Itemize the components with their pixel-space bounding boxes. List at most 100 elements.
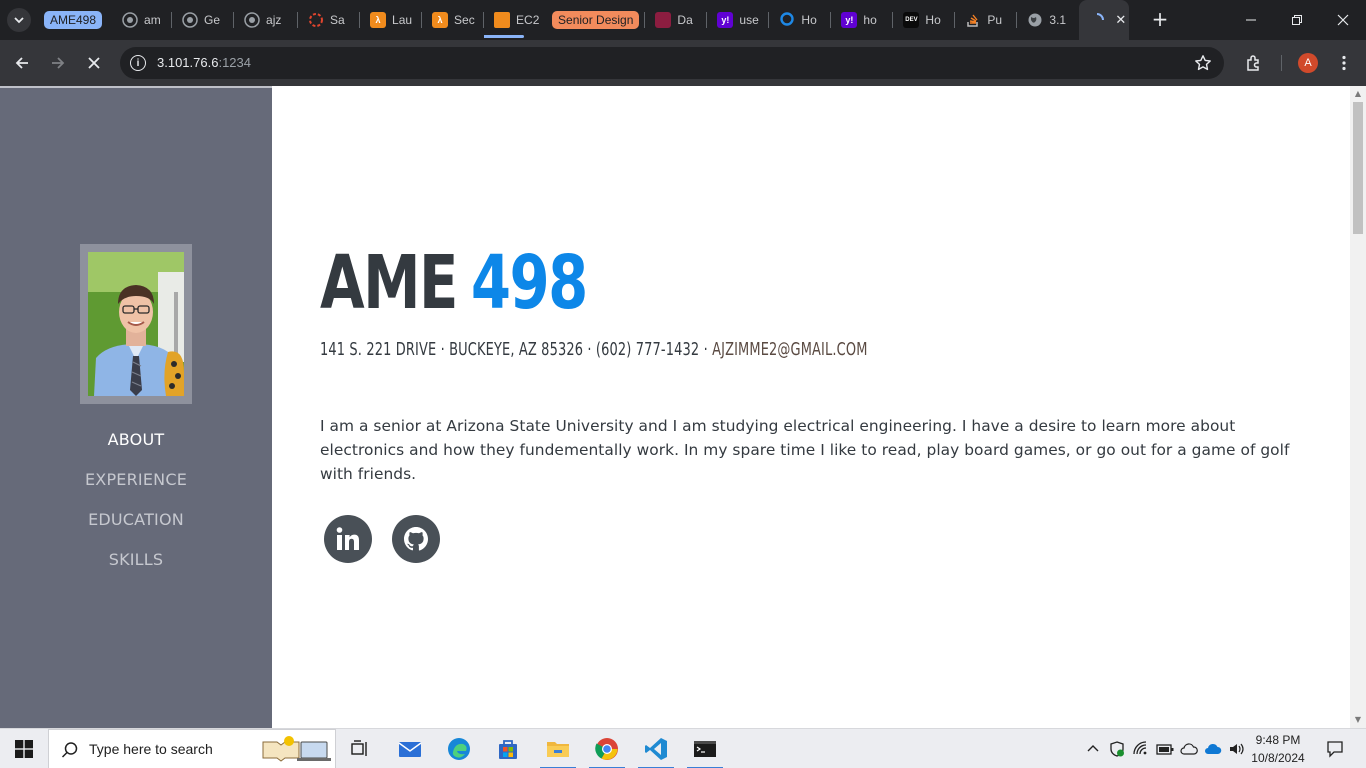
tab-group-ame498[interactable]: AME498 [40,0,112,40]
tray-network[interactable] [1130,729,1152,768]
taskbar-clock[interactable]: 9:48 PM 10/8/2024 [1248,731,1308,767]
nav-about[interactable]: ABOUT [0,420,272,460]
scroll-thumb[interactable] [1353,102,1363,234]
onedrive-icon [1205,743,1222,754]
tab-group-label[interactable]: AME498 [44,11,103,29]
tray-defender[interactable] [1106,729,1128,768]
new-tab-button[interactable]: + [1150,9,1170,30]
windows-logo-icon [15,740,33,758]
show-hidden-icons-button[interactable] [1084,729,1102,768]
search-highlight-icon [262,736,331,762]
tab-pu[interactable]: Pu [955,0,1018,40]
chevron-down-icon [14,17,24,24]
search-placeholder: Type here to search [89,741,213,757]
stop-loading-button[interactable] [80,49,108,77]
terminal-icon [694,741,716,757]
tab-ho-2[interactable]: y! ho [831,0,894,40]
taskbar-store[interactable] [484,729,532,768]
taskbar-file-explorer[interactable] [534,729,582,768]
tab-lau[interactable]: λ Lau [360,0,423,40]
tab-ec2[interactable]: EC2 [484,0,546,40]
tab-ho-1[interactable]: Ho [769,0,832,40]
more-vertical-icon [1342,55,1346,71]
back-button[interactable] [8,49,36,77]
tab-github-3[interactable]: ajz [234,0,299,40]
clock-time: 9:48 PM [1255,733,1301,747]
tab-github-2[interactable]: Ge [172,0,235,40]
asu-icon [655,12,672,28]
tab-da[interactable]: Da [645,0,708,40]
tab-active[interactable]: ✕ [1079,0,1130,40]
scroll-down-icon[interactable]: ▼ [1354,716,1362,724]
linkedin-icon [336,527,359,550]
page-scrollbar[interactable]: ▲ ▼ [1350,86,1366,728]
tray-onedrive[interactable] [1202,729,1224,768]
nav-experience[interactable]: EXPERIENCE [0,460,272,500]
taskbar-edge[interactable] [435,729,483,768]
tray-onedrive-personal[interactable] [1178,729,1200,768]
extensions-button[interactable] [1240,49,1268,77]
address-bar[interactable]: i 3.101.76.6:1234 [120,47,1224,79]
linkedin-link[interactable] [324,515,372,563]
restore-button[interactable] [1274,0,1320,40]
tab-globe[interactable]: 3.1 [1017,0,1079,40]
globe-icon [1027,12,1043,28]
tray-volume[interactable] [1226,729,1248,768]
restore-icon [1292,15,1302,25]
profile-avatar[interactable]: A [1298,53,1318,73]
tab-use[interactable]: y! use [707,0,770,40]
tab-title: ajz [266,13,282,27]
tab-github-1[interactable]: am [112,0,173,40]
scroll-up-icon[interactable]: ▲ [1354,90,1362,98]
chrome-menu-button[interactable] [1330,49,1358,77]
nav-education[interactable]: EDUCATION [0,500,272,540]
wifi-icon [1133,741,1147,755]
tab-title: Ho [801,13,817,27]
tab-sa[interactable]: Sa [298,0,361,40]
windows-taskbar: Type here to search 9:48 PM 10/8/2024 [0,728,1366,768]
close-icon [1337,14,1349,26]
title-main: AME [320,240,458,326]
email-link[interactable]: AJZIMME2@GMAIL.COM [712,339,867,360]
minimize-button[interactable] [1228,0,1274,40]
notifications-button[interactable] [1320,729,1350,768]
aws-ec2-icon [494,12,511,28]
yahoo-icon: y! [841,12,858,28]
taskbar-vscode[interactable] [632,729,680,768]
yahoo-icon: y! [717,12,734,28]
shield-icon [1110,741,1124,757]
tab-sec[interactable]: λ Sec [422,0,485,40]
close-tab-icon[interactable]: ✕ [1115,12,1126,28]
nav-skills[interactable]: SKILLS [0,540,272,580]
tab-title: Lau [392,13,413,27]
taskbar-chrome[interactable] [583,729,631,768]
browser-toolbar: i 3.101.76.6:1234 A [0,40,1366,86]
tab-search-button[interactable] [7,8,31,32]
tab-title: use [739,13,759,27]
cloud-icon [1180,743,1198,755]
tab-ho-3[interactable]: DEV Ho [893,0,956,40]
loading-ring-icon [308,12,324,28]
taskbar-mail[interactable] [386,729,434,768]
url-text[interactable]: 3.101.76.6:1234 [157,55,251,70]
contact-line: 141 S. 221 DRIVE · BUCKEYE, AZ 85326 · (… [320,339,868,360]
aws-lambda-icon: λ [370,12,387,28]
github-link[interactable] [392,515,440,563]
start-button[interactable] [0,729,48,768]
taskbar-terminal[interactable] [681,729,729,768]
forward-button[interactable] [44,49,72,77]
arrow-left-icon [15,57,28,69]
tab-group-senior-design[interactable]: Senior Design [546,0,646,40]
tab-group-label[interactable]: Senior Design [552,11,640,29]
site-info-icon[interactable]: i [130,55,146,71]
mail-icon [398,742,422,757]
contact-address: 141 S. 221 DRIVE · BUCKEYE, AZ 85326 · (… [320,339,713,360]
close-icon [88,57,100,69]
github-icon [182,12,198,28]
task-view-button[interactable] [336,729,384,768]
bookmark-star-icon[interactable] [1194,54,1212,76]
loading-spinner-icon [1089,12,1105,28]
tray-battery[interactable] [1154,729,1176,768]
close-window-button[interactable] [1320,0,1366,40]
taskbar-search-box[interactable]: Type here to search [48,729,336,768]
